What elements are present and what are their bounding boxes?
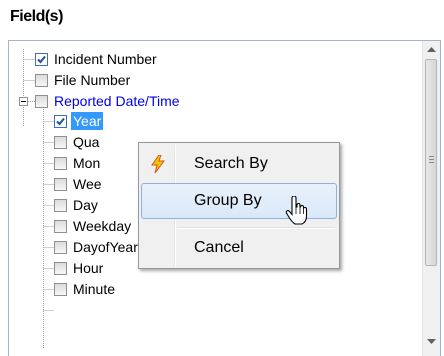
context-menu: Search By Group By Cancel bbox=[138, 142, 340, 269]
checkbox-unchecked-icon[interactable] bbox=[35, 73, 48, 87]
tree-item-week[interactable]: Wee bbox=[54, 174, 104, 194]
checkbox-unchecked-icon[interactable] bbox=[54, 261, 67, 275]
tree-item-label: Weekday bbox=[73, 218, 132, 234]
tree-item-label: Minute bbox=[73, 281, 116, 297]
tree-item-label: DayofYear bbox=[73, 239, 138, 255]
hand-cursor-icon bbox=[285, 196, 308, 225]
tree-item-label: Qua bbox=[73, 134, 100, 150]
tree-item-year[interactable]: Year bbox=[54, 111, 104, 131]
tree-item-quarter[interactable]: Qua bbox=[54, 132, 101, 152]
checkbox-unchecked-icon[interactable] bbox=[54, 282, 67, 296]
scrollbar-thumb[interactable] bbox=[425, 59, 437, 266]
tree-item-label: Year bbox=[71, 112, 104, 130]
scroll-down-button[interactable] bbox=[423, 333, 440, 350]
vertical-scrollbar[interactable] bbox=[422, 41, 440, 356]
tree-item-file-number[interactable]: File Number bbox=[35, 70, 132, 90]
grip-icon bbox=[429, 156, 434, 163]
menu-item-search-by[interactable]: Search By bbox=[141, 146, 337, 182]
tree-item-label: Hour bbox=[73, 260, 104, 276]
checkbox-unchecked-icon[interactable] bbox=[54, 177, 67, 191]
tree-item-label: Day bbox=[73, 197, 98, 213]
menu-item-label: Group By bbox=[194, 192, 262, 209]
scroll-up-button[interactable] bbox=[423, 41, 440, 58]
tree-item-weekday[interactable]: Weekday bbox=[54, 216, 133, 236]
tree-item-label: Mon bbox=[73, 155, 101, 171]
arrow-down-icon bbox=[427, 339, 436, 344]
checkbox-unchecked-icon[interactable] bbox=[54, 240, 67, 254]
collapse-icon[interactable] bbox=[19, 97, 28, 106]
tree-item-day[interactable]: Day bbox=[54, 195, 100, 215]
tree-item-incident-number[interactable]: Incident Number bbox=[35, 49, 159, 69]
checkbox-unchecked-icon[interactable] bbox=[35, 94, 48, 108]
checkbox-unchecked-icon[interactable] bbox=[54, 198, 67, 212]
checkbox-checked-icon[interactable] bbox=[54, 114, 67, 128]
menu-item-cancel[interactable]: Cancel bbox=[141, 230, 337, 266]
tree-item-hour[interactable]: Hour bbox=[54, 258, 105, 278]
menu-item-label: Search By bbox=[194, 155, 268, 172]
tree-item-label: Incident Number bbox=[54, 51, 157, 67]
checkbox-unchecked-icon[interactable] bbox=[54, 156, 67, 170]
tree-item-reported-date-time[interactable]: Reported Date/Time bbox=[35, 91, 182, 111]
checkbox-unchecked-icon[interactable] bbox=[54, 219, 67, 233]
tree-item-minute[interactable]: Minute bbox=[54, 279, 117, 299]
panel-title: Field(s) bbox=[10, 8, 63, 25]
arrow-up-icon bbox=[427, 47, 436, 52]
checkbox-checked-icon[interactable] bbox=[35, 52, 48, 66]
tree-item-label: File Number bbox=[54, 72, 131, 88]
tree-item-label: Wee bbox=[73, 176, 102, 192]
menu-item-label: Cancel bbox=[194, 239, 244, 256]
tree-item-month[interactable]: Mon bbox=[54, 153, 102, 173]
tree-item-dayofyear[interactable]: DayofYear bbox=[54, 237, 140, 257]
checkbox-unchecked-icon[interactable] bbox=[54, 135, 67, 149]
tree-item-label: Reported Date/Time bbox=[54, 93, 180, 109]
menu-separator bbox=[177, 227, 335, 229]
lightning-icon bbox=[151, 155, 165, 173]
